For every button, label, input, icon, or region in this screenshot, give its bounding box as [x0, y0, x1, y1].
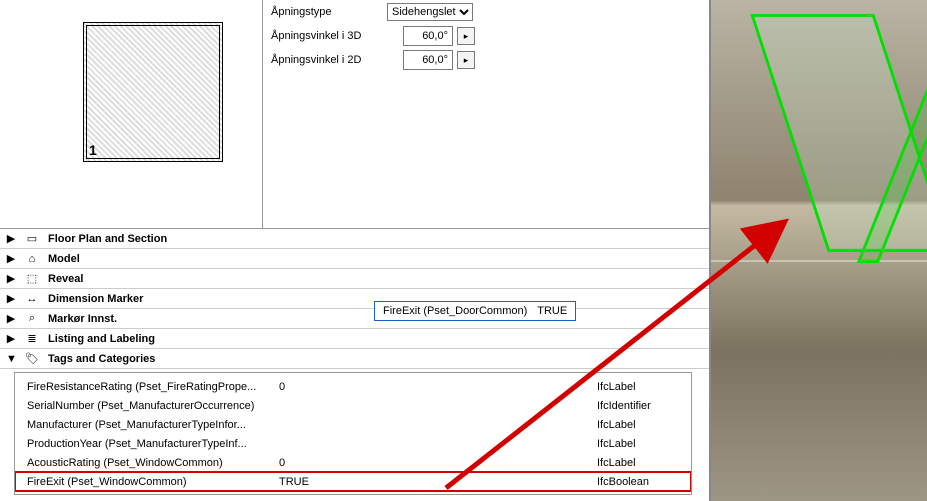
section-title: Model	[48, 253, 80, 265]
property-value: 0	[279, 381, 597, 393]
expand-arrow-icon: ▶	[6, 232, 16, 245]
section-title: Reveal	[48, 273, 83, 285]
section-icon: 🏷	[24, 352, 40, 366]
section-title: Floor Plan and Section	[48, 233, 167, 245]
tooltip-label: FireExit (Pset_DoorCommon)	[383, 305, 527, 317]
property-value: 0	[279, 457, 597, 469]
property-row[interactable]: AcousticRating (Pset_WindowCommon)0IfcLa…	[15, 453, 691, 472]
property-name: ProductionYear (Pset_ManufacturerTypeInf…	[27, 438, 279, 450]
property-name: FireResistanceRating (Pset_FireRatingPro…	[27, 381, 279, 393]
preview-pane: 1	[0, 0, 263, 228]
fireexit-tooltip: FireExit (Pset_DoorCommon) TRUE	[374, 301, 576, 321]
property-type: IfcLabel	[597, 419, 636, 431]
section-icon: ▭	[24, 232, 40, 246]
tooltip-value: TRUE	[537, 305, 567, 317]
property-type: IfcIdentifier	[597, 400, 651, 412]
property-type: IfcBoolean	[597, 476, 649, 488]
tags-properties-table: FireResistanceRating (Pset_FireRatingPro…	[14, 372, 692, 495]
section-icon: ⌂	[24, 252, 40, 266]
property-name: AcousticRating (Pset_WindowCommon)	[27, 457, 279, 469]
property-row[interactable]: FireExit (Pset_WindowCommon)TRUEIfcBoole…	[15, 472, 691, 491]
property-name: Manufacturer (Pset_ManufacturerTypeInfor…	[27, 419, 279, 431]
property-row[interactable]: FireResistanceRating (Pset_FireRatingPro…	[15, 377, 691, 396]
property-name: FireExit (Pset_WindowCommon)	[27, 476, 279, 488]
expand-arrow-icon: ▶	[6, 312, 16, 325]
expand-arrow-icon: ▶	[6, 332, 16, 345]
angle-2d-label: Åpningsvinkel i 2D	[271, 54, 387, 66]
section-icon: ≣	[24, 332, 40, 346]
opening-type-select[interactable]: Sidehengslet	[387, 3, 473, 21]
angle-2d-step-button[interactable]: ▸	[457, 51, 475, 69]
section-title: Markør Innst.	[48, 313, 117, 325]
section-title: Tags and Categories	[48, 353, 155, 365]
property-name: SerialNumber (Pset_ManufacturerOccurrenc…	[27, 400, 279, 412]
property-type: IfcLabel	[597, 381, 636, 393]
door-preview-thumbnail[interactable]: 1	[83, 22, 223, 162]
section-icon: ⬚	[24, 272, 40, 286]
property-row[interactable]: Manufacturer (Pset_ManufacturerTypeInfor…	[15, 415, 691, 434]
angle-2d-input[interactable]	[403, 50, 453, 70]
expand-arrow-icon: ▶	[6, 252, 16, 265]
property-value: TRUE	[279, 476, 597, 488]
property-row[interactable]: ProductionYear (Pset_ManufacturerTypeInf…	[15, 434, 691, 453]
section-icon: ⌕	[24, 312, 40, 326]
property-type: IfcLabel	[597, 457, 636, 469]
expand-arrow-icon: ▶	[6, 272, 16, 285]
angle-3d-step-button[interactable]: ▸	[457, 27, 475, 45]
property-type: IfcLabel	[597, 438, 636, 450]
expand-arrow-icon: ▼	[6, 353, 16, 365]
3d-viewport[interactable]	[709, 0, 927, 501]
section-title: Listing and Labeling	[48, 333, 155, 345]
selected-door-highlight[interactable]	[750, 14, 927, 252]
property-row[interactable]: SerialNumber (Pset_ManufacturerOccurrenc…	[15, 396, 691, 415]
angle-3d-input[interactable]	[403, 26, 453, 46]
expand-arrow-icon: ▶	[6, 292, 16, 305]
section-icon: ↔	[24, 292, 40, 306]
preview-index: 1	[89, 142, 97, 158]
section-title: Dimension Marker	[48, 293, 143, 305]
angle-3d-label: Åpningsvinkel i 3D	[271, 30, 387, 42]
opening-type-label: Åpningstype	[271, 6, 387, 18]
